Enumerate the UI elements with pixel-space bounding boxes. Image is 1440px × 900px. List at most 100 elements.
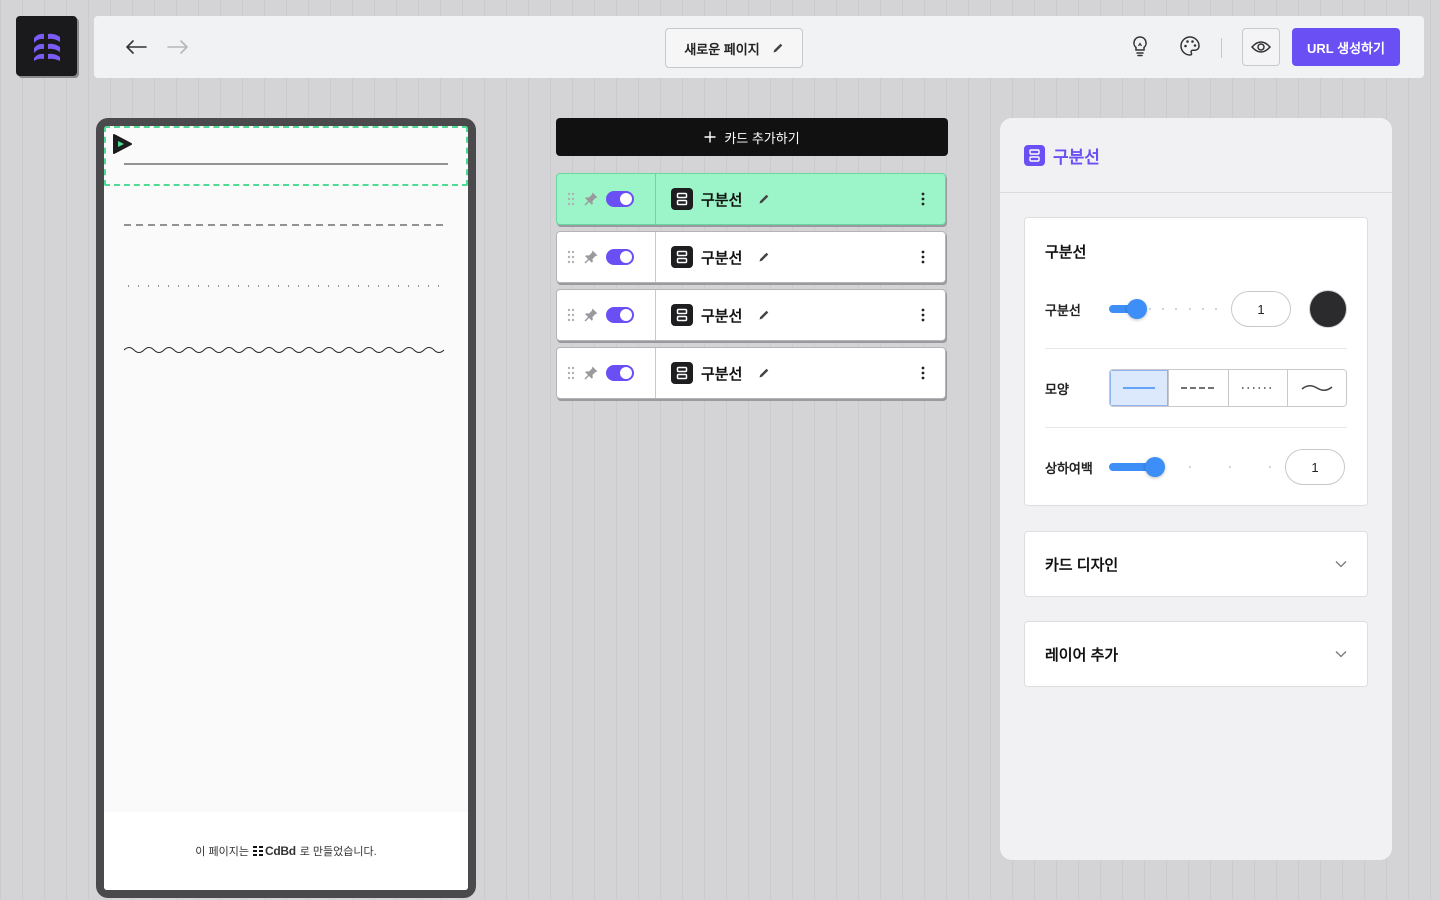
brand-mark-icon: [252, 846, 263, 856]
more-vertical-icon[interactable]: [913, 245, 933, 269]
plus-icon: [704, 131, 716, 143]
drag-handle-icon[interactable]: [566, 307, 576, 323]
pencil-icon: [773, 43, 782, 53]
divider-wave-preview[interactable]: [124, 345, 448, 355]
pencil-icon[interactable]: [756, 307, 772, 323]
more-vertical-icon[interactable]: [913, 361, 933, 385]
divider-type-icon: [671, 304, 693, 326]
footer-suffix: 로 만들었습니다.: [299, 846, 377, 858]
card-row-controls: [557, 290, 656, 340]
divider-section-heading: 구분선: [1045, 244, 1087, 261]
divider-dotted-preview[interactable]: [124, 285, 448, 287]
logo-mark-icon: [33, 33, 60, 61]
shape-solid-option[interactable]: [1110, 370, 1170, 406]
eye-icon: [1251, 41, 1271, 53]
card-title[interactable]: 구분선: [701, 363, 742, 384]
card-row-controls: [557, 174, 656, 224]
card-row[interactable]: 구분선: [556, 231, 946, 283]
top-toolbar: 새로운 페이지 URL 생성하기: [94, 16, 1424, 78]
divider-dashed-preview[interactable]: [124, 224, 448, 226]
thickness-slider[interactable]: [1109, 299, 1217, 319]
page-title-button[interactable]: 새로운 페이지: [665, 28, 803, 68]
add-card-button[interactable]: 카드 추가하기: [556, 118, 948, 156]
margin-slider[interactable]: [1109, 457, 1271, 477]
pin-icon[interactable]: [582, 306, 600, 324]
margin-input[interactable]: 1: [1285, 449, 1345, 485]
divider-settings-section: 구분선 구분선 1 모양 상하여백 1: [1024, 217, 1368, 506]
divider-solid-preview[interactable]: [124, 163, 448, 165]
page-title: 새로운 페이지: [684, 41, 760, 57]
card-row-controls: [557, 348, 656, 398]
shape-dotted-option[interactable]: [1228, 370, 1288, 406]
margin-label: 상하여백: [1045, 460, 1093, 476]
card-row-body: 구분선: [656, 290, 945, 340]
phone-preview: 이 페이지는 CdBd 로 만들었습니다.: [96, 118, 476, 898]
phone-screen: 이 페이지는 CdBd 로 만들었습니다.: [104, 126, 468, 890]
chevron-down-icon: [1335, 560, 1347, 568]
pencil-icon[interactable]: [756, 249, 772, 265]
footer-brand[interactable]: CdBd: [252, 844, 296, 858]
card-title[interactable]: 구분선: [701, 247, 742, 268]
shape-label: 모양: [1045, 381, 1069, 397]
more-vertical-icon[interactable]: [913, 303, 933, 327]
lightbulb-icon: [1133, 36, 1147, 57]
app-logo[interactable]: [16, 16, 77, 76]
card-design-title: 카드 디자인: [1045, 556, 1119, 574]
divider-type-icon: [671, 362, 693, 384]
thickness-row: 구분선 1: [1045, 290, 1347, 328]
generate-url-button[interactable]: URL 생성하기: [1292, 28, 1400, 66]
margin-slider-thumb[interactable]: [1145, 457, 1165, 477]
shape-row: 모양: [1045, 369, 1347, 407]
divider-type-icon: [671, 188, 693, 210]
tips-button[interactable]: [1126, 32, 1154, 60]
card-row-body: 구분선: [656, 232, 945, 282]
row-separator: [1045, 348, 1347, 349]
add-layer-title: 레이어 추가: [1045, 646, 1119, 664]
pencil-icon[interactable]: [756, 191, 772, 207]
thickness-slider-thumb[interactable]: [1127, 299, 1147, 319]
card-title[interactable]: 구분선: [701, 305, 742, 326]
panel-header: 구분선: [1000, 118, 1392, 193]
divider-type-icon: [671, 246, 693, 268]
pencil-icon[interactable]: [756, 365, 772, 381]
card-row[interactable]: 구분선: [556, 173, 946, 225]
card-visibility-toggle[interactable]: [606, 249, 634, 265]
card-visibility-toggle[interactable]: [606, 307, 634, 323]
drag-handle-icon[interactable]: [566, 365, 576, 381]
shape-dashed-option[interactable]: [1169, 370, 1229, 406]
preview-button[interactable]: [1242, 28, 1280, 66]
thickness-input[interactable]: 1: [1231, 291, 1291, 327]
settings-panel: 구분선 구분선 구분선 1 모양 상하여백 1 카드 디자인 레이어 추가: [1000, 118, 1392, 860]
drag-handle-icon[interactable]: [566, 191, 576, 207]
panel-title: 구분선: [1053, 147, 1100, 167]
arrow-left-icon: [126, 40, 147, 54]
drag-handle-icon[interactable]: [566, 249, 576, 265]
pin-icon[interactable]: [582, 364, 600, 382]
toolbar-divider: [1221, 38, 1222, 58]
row-separator: [1045, 427, 1347, 428]
margin-row: 상하여백 1: [1045, 448, 1347, 486]
card-visibility-toggle[interactable]: [606, 365, 634, 381]
pin-icon[interactable]: [582, 190, 600, 208]
thickness-label: 구분선: [1045, 302, 1081, 318]
arrow-right-icon: [167, 40, 188, 54]
more-vertical-icon[interactable]: [913, 187, 933, 211]
footer-prefix: 이 페이지는: [195, 846, 249, 858]
card-row[interactable]: 구분선: [556, 289, 946, 341]
selected-card-outline[interactable]: [104, 126, 468, 186]
pin-icon[interactable]: [582, 248, 600, 266]
redo-forward-button[interactable]: [164, 34, 192, 60]
shape-wave-option[interactable]: [1287, 370, 1346, 406]
card-visibility-toggle[interactable]: [606, 191, 634, 207]
card-row[interactable]: 구분선: [556, 347, 946, 399]
theme-button[interactable]: [1176, 32, 1204, 60]
card-design-section[interactable]: 카드 디자인: [1024, 531, 1368, 597]
shape-options: [1109, 369, 1347, 407]
card-title[interactable]: 구분선: [701, 189, 742, 210]
palette-icon: [1180, 36, 1200, 56]
card-row-body: 구분선: [656, 348, 945, 398]
card-row-controls: [557, 232, 656, 282]
add-layer-section[interactable]: 레이어 추가: [1024, 621, 1368, 687]
undo-back-button[interactable]: [122, 34, 150, 60]
divider-color-swatch[interactable]: [1309, 290, 1347, 328]
